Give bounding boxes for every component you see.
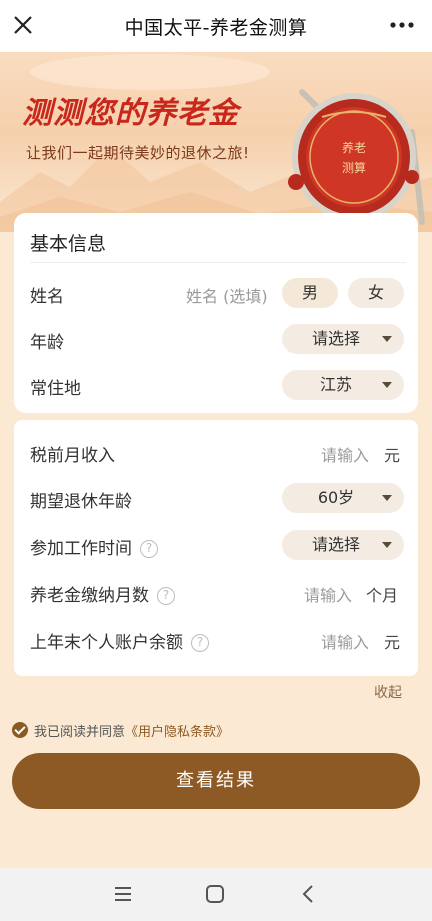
privacy-policy-link[interactable]: 《用户隐私条款》 bbox=[125, 721, 229, 740]
retire-age-select-value: 60岁 bbox=[317, 488, 355, 507]
svg-text:养老: 养老 bbox=[342, 140, 366, 155]
monthly-income-label: 税前月收入 bbox=[30, 446, 115, 466]
help-question-icon[interactable]: ? bbox=[157, 587, 175, 605]
divider bbox=[30, 262, 406, 263]
residence-select-value: 江苏 bbox=[319, 375, 352, 394]
name-input[interactable]: 姓名 (选填) bbox=[186, 283, 268, 307]
pension-months-unit: 个月 bbox=[366, 586, 399, 605]
account-balance-label: 上年末个人账户余额? bbox=[30, 628, 209, 653]
caret-down-icon bbox=[382, 542, 392, 548]
work-start-row: 参加工作时间? 请选择 bbox=[14, 525, 418, 565]
account-balance-label-text: 上年末个人账户余额 bbox=[30, 633, 183, 653]
work-start-select[interactable]: 请选择 bbox=[282, 530, 404, 560]
help-question-icon[interactable]: ? bbox=[140, 540, 158, 558]
age-label: 年龄 bbox=[30, 333, 64, 353]
hero-banner: 测测您的养老金 让我们一起期待美妙的退休之旅! 养老 测算 bbox=[0, 52, 432, 232]
home-square-icon[interactable] bbox=[204, 883, 226, 905]
pension-months-label-text: 养老金缴纳月数 bbox=[30, 586, 149, 606]
work-start-label-text: 参加工作时间 bbox=[30, 539, 132, 559]
help-question-icon[interactable]: ? bbox=[191, 634, 209, 652]
monthly-income-unit: 元 bbox=[384, 446, 401, 465]
back-chevron-icon[interactable] bbox=[298, 883, 320, 905]
residence-select[interactable]: 江苏 bbox=[282, 370, 404, 400]
caret-down-icon bbox=[382, 495, 392, 501]
account-balance-input[interactable]: 请输入 bbox=[321, 629, 369, 653]
account-balance-row: 上年末个人账户余额? 请输入 元 bbox=[14, 619, 418, 659]
banner-subtitle: 让我们一起期待美妙的退休之旅! bbox=[26, 144, 250, 162]
caret-down-icon bbox=[382, 382, 392, 388]
page-title: 中国太平-养老金测算 bbox=[124, 16, 308, 39]
section-title: 基本信息 bbox=[30, 233, 107, 255]
name-label: 姓名 bbox=[30, 287, 64, 307]
work-start-label: 参加工作时间? bbox=[30, 534, 158, 559]
monthly-income-input[interactable]: 请输入 bbox=[321, 442, 369, 466]
caret-down-icon bbox=[382, 336, 392, 342]
pension-months-input[interactable]: 请输入 bbox=[304, 582, 352, 606]
drum-illustration: 养老 测算 bbox=[288, 89, 425, 225]
gender-female-button[interactable]: 女 bbox=[348, 278, 404, 308]
agreement-text: 我已阅读并同意 bbox=[34, 724, 126, 740]
account-balance-unit: 元 bbox=[384, 633, 401, 652]
retire-age-select[interactable]: 60岁 bbox=[282, 483, 404, 513]
monthly-income-row: 税前月收入 请输入 元 bbox=[14, 432, 418, 472]
age-row: 年龄 请选择 bbox=[14, 319, 418, 359]
banner-title: 测测您的养老金 bbox=[22, 96, 239, 131]
view-result-button[interactable]: 查看结果 bbox=[12, 753, 420, 809]
pension-months-row: 养老金缴纳月数? 请输入 个月 bbox=[14, 572, 418, 612]
gender-male-button[interactable]: 男 bbox=[282, 278, 338, 308]
pension-months-label: 养老金缴纳月数? bbox=[30, 581, 175, 606]
close-icon[interactable] bbox=[10, 12, 36, 38]
residence-row: 常住地 江苏 bbox=[14, 365, 418, 405]
agreement-row: 我已阅读并同意 《用户隐私条款》 bbox=[12, 720, 229, 740]
retire-age-label: 期望退休年龄 bbox=[30, 492, 132, 512]
more-dots-icon[interactable] bbox=[388, 12, 416, 38]
income-card: 税前月收入 请输入 元 期望退休年龄 60岁 参加工作时间? 请选择 养老金缴纳… bbox=[14, 420, 418, 676]
residence-label: 常住地 bbox=[30, 379, 81, 399]
work-start-select-value: 请选择 bbox=[311, 535, 360, 554]
retire-age-row: 期望退休年龄 60岁 bbox=[14, 478, 418, 518]
system-nav-bar bbox=[0, 868, 432, 921]
basic-info-card: 基本信息 姓名 姓名 (选填) 男 女 年龄 请选择 常住地 江苏 bbox=[14, 213, 418, 413]
collapse-link[interactable]: 收起 bbox=[374, 682, 402, 702]
svg-text:测算: 测算 bbox=[342, 160, 366, 175]
age-select[interactable]: 请选择 bbox=[282, 324, 404, 354]
menu-icon[interactable] bbox=[112, 883, 134, 905]
top-bar: 中国太平-养老金测算 bbox=[0, 0, 432, 52]
age-select-value: 请选择 bbox=[311, 329, 360, 348]
name-row: 姓名 姓名 (选填) 男 女 bbox=[14, 273, 418, 313]
agree-checkbox[interactable] bbox=[12, 722, 28, 738]
